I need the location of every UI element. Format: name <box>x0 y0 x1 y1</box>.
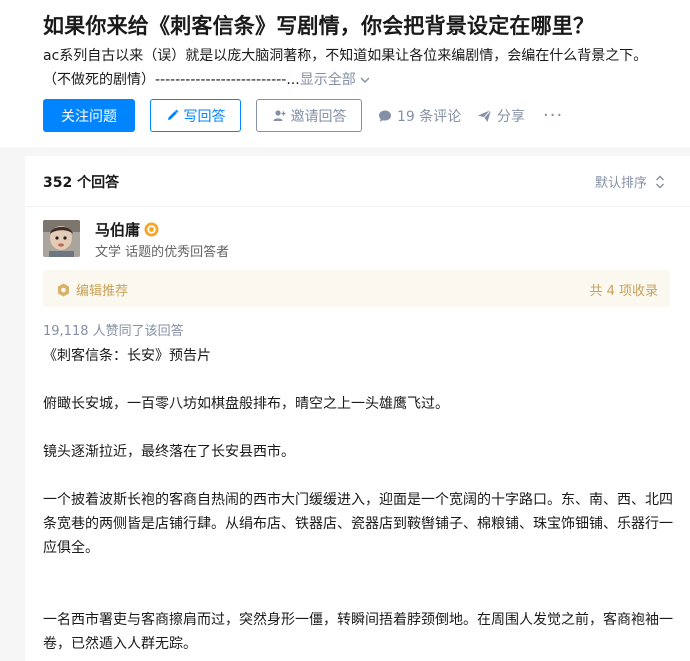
author-name[interactable]: 马伯庸 <box>95 219 159 240</box>
editor-badge-icon <box>57 283 70 297</box>
editor-label: 编辑推荐 <box>57 280 128 299</box>
answer-paragraph: 镜头逐渐拉近，最终落在了长安县西市。 <box>43 444 295 460</box>
share-button[interactable]: 分享 <box>477 99 525 132</box>
question-detail-line-1: ac系列自古以来（误）就是以庞大脑洞著称，不知道如果让各位来编剧情，会编在什么背… <box>43 48 648 64</box>
editor-count-link[interactable]: 共 4 项收录 <box>589 280 658 299</box>
share-label: 分享 <box>497 108 525 125</box>
answer-content: 《刺客信条：长安》预告片 俯瞰长安城，一百零八坊如棋盘般排布，晴空之上一头雄鹰飞… <box>43 344 673 656</box>
answer-paragraph <box>43 368 673 392</box>
question-title: 如果你来给《刺客信条》写剧情，你会把背景设定在哪里？ <box>43 14 595 38</box>
answers-list-header: 352 个回答 默认排序 <box>25 156 690 207</box>
answers-card: 352 个回答 默认排序 马伯庸 文学 话题的优秀回答者 编辑推荐 共 4 项收… <box>25 156 690 661</box>
write-answer-label: 写回答 <box>183 108 226 125</box>
answer-paragraph: 俯瞰长安城，一百零八坊如棋盘般排布，晴空之上一头雄鹰飞过。 <box>43 396 449 412</box>
answer-paragraph <box>43 584 673 608</box>
author-description: 文学 话题的优秀回答者 <box>95 245 230 260</box>
answer-count: 352 个回答 <box>43 175 120 191</box>
question-header: 如果你来给《刺客信条》写剧情，你会把背景设定在哪里？ ac系列自古以来（误）就是… <box>0 0 690 147</box>
author-name-text: 马伯庸 <box>95 221 141 239</box>
invite-user-icon <box>272 109 286 122</box>
editor-label-text: 编辑推荐 <box>76 284 129 299</box>
question-detail: ac系列自古以来（误）就是以庞大脑洞著称，不知道如果让各位来编剧情，会编在什么背… <box>43 44 683 92</box>
write-answer-button[interactable]: 写回答 <box>150 99 241 132</box>
answer-paragraph: 一个披着波斯长袍的客商自热闹的西市大门缓缓进入，迎面是一个宽阔的十字路口。东、南… <box>43 492 673 556</box>
sort-icon <box>655 175 665 189</box>
comments-button[interactable]: 19 条评论 <box>378 99 461 132</box>
show-all-link[interactable]: 显示全部 <box>300 72 370 88</box>
follow-question-label: 关注问题 <box>61 108 117 125</box>
comment-icon <box>378 109 392 123</box>
invite-answer-button[interactable]: 邀请回答 <box>256 99 362 132</box>
show-all-label: 显示全部 <box>299 72 356 88</box>
question-detail-text: （不做死的剧情）--------------------------... <box>43 72 300 88</box>
vote-count: 19,118 人赞同了该回答 <box>43 324 184 339</box>
verified-badge-icon <box>144 222 159 237</box>
answer-paragraph <box>43 416 673 440</box>
answer-paragraph <box>43 464 673 488</box>
follow-question-button[interactable]: 关注问题 <box>43 99 135 132</box>
editor-recommendation: 编辑推荐 共 4 项收录 <box>43 270 670 307</box>
comments-label: 19 条评论 <box>397 108 462 125</box>
pencil-icon <box>166 109 179 122</box>
answer-paragraph <box>43 560 673 584</box>
more-button[interactable]: ··· <box>543 99 563 132</box>
question-detail-line-2: （不做死的剧情）--------------------------...显示全… <box>43 68 683 92</box>
answer-paragraph: 《刺客信条：长安》预告片 <box>43 348 211 364</box>
invite-answer-label: 邀请回答 <box>290 108 347 125</box>
share-icon <box>477 109 492 123</box>
answer-paragraph: 一名西市署吏与客商擦肩而过，突然身形一僵，转瞬间捂着脖颈倒地。在周围人发觉之前，… <box>43 612 673 652</box>
author-avatar[interactable] <box>43 220 80 257</box>
more-icon: ··· <box>543 105 564 126</box>
sort-label: 默认排序 <box>594 176 647 191</box>
chevron-down-icon <box>360 77 370 83</box>
sort-dropdown[interactable]: 默认排序 <box>595 172 665 191</box>
